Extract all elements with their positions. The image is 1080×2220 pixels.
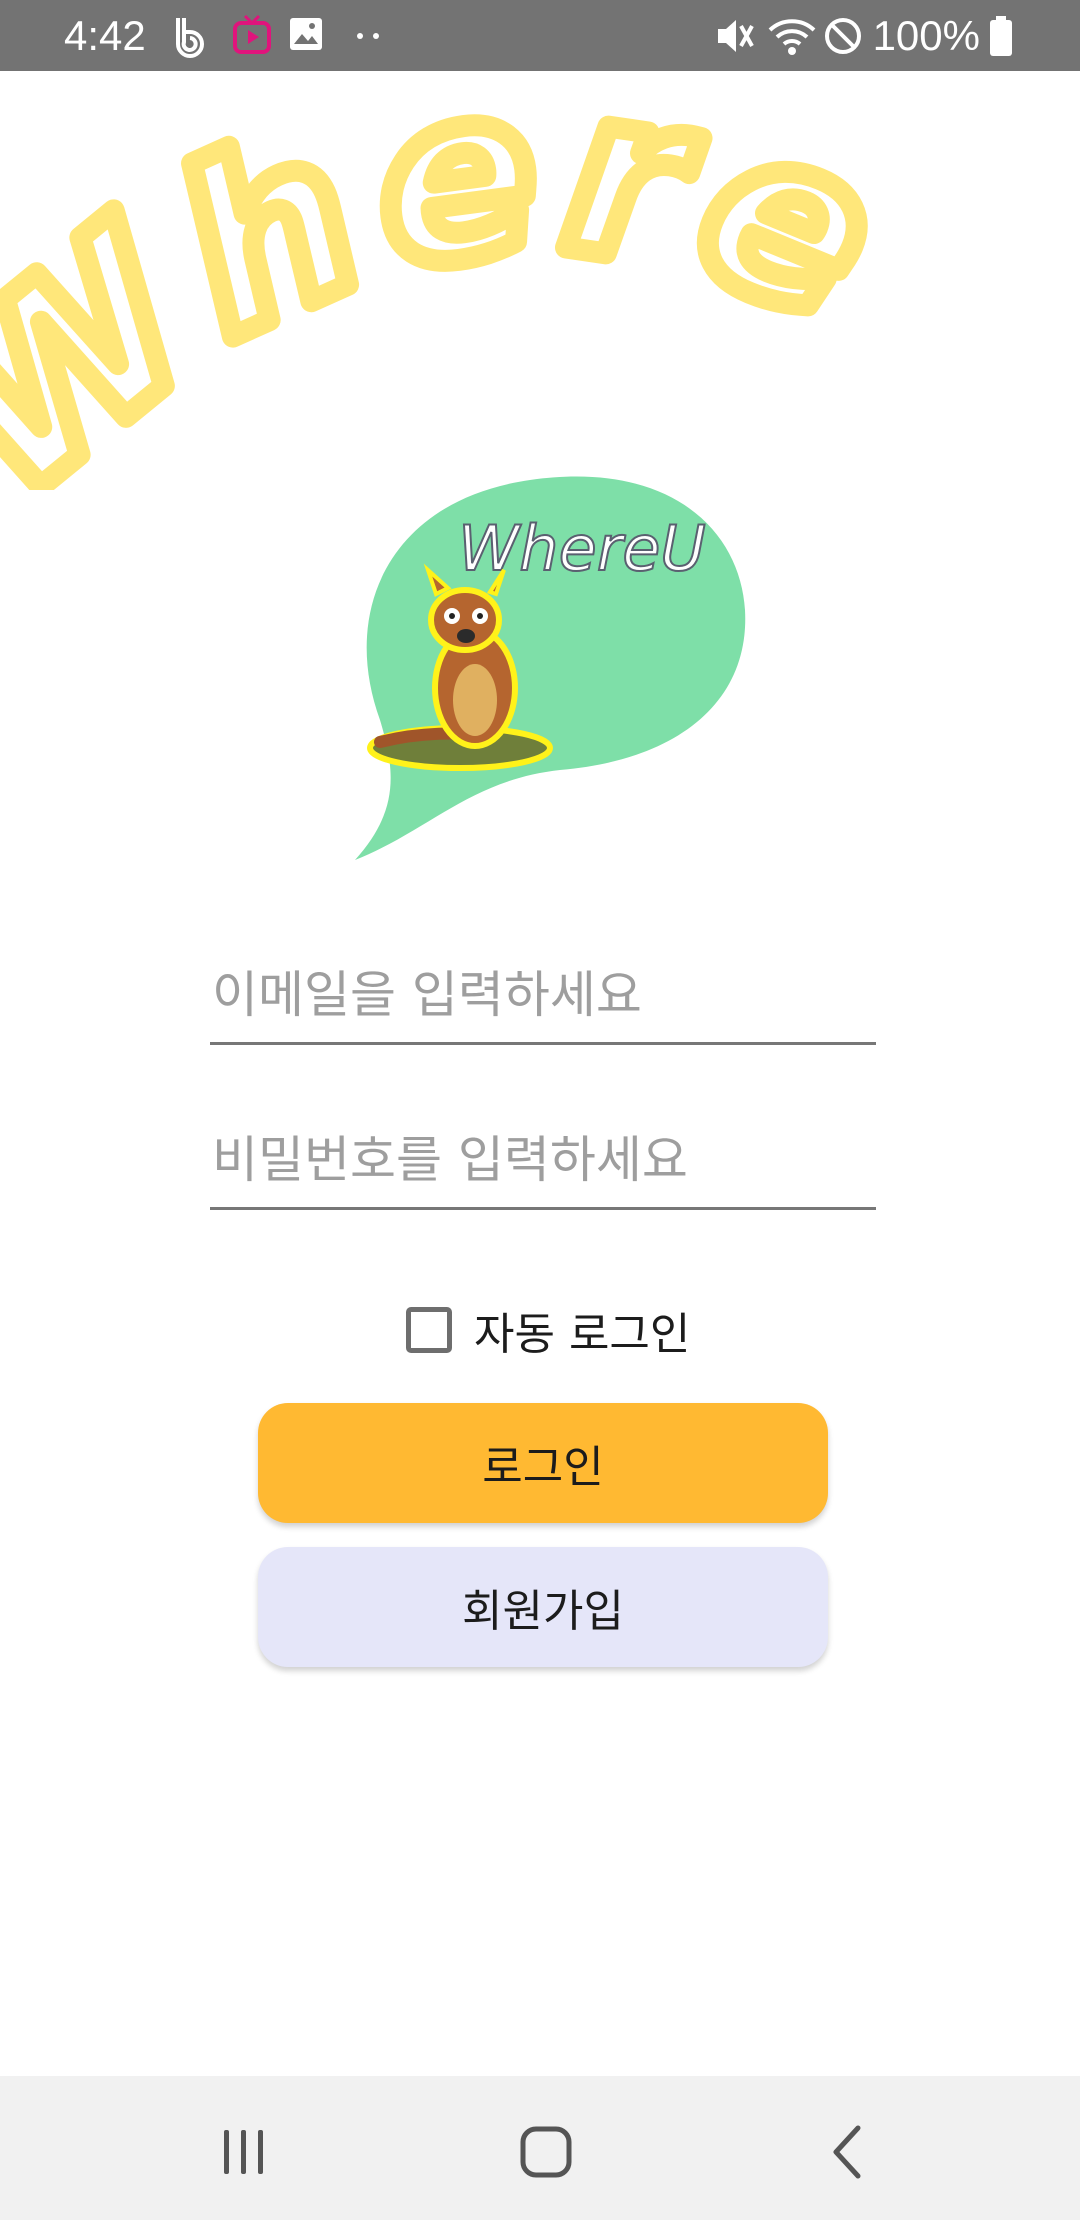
status-bar: 4:42 100% [0,0,1080,71]
battery-icon [990,16,1012,56]
checkbox-box[interactable] [406,1307,452,1353]
do-not-disturb-icon [825,18,861,54]
home-icon[interactable] [506,2112,586,2192]
wifi-icon [768,19,816,55]
b-app-icon [176,18,204,58]
email-field[interactable] [210,955,876,1045]
navigation-bar [0,2076,1080,2220]
tv-app-icon [233,14,271,54]
battery-percentage: 100% [872,12,980,59]
svg-text:Where U: Where U [0,110,1034,490]
more-dots-icon [357,33,379,39]
app-title: Where U [0,110,1034,490]
login-button[interactable]: 로그인 [258,1403,828,1523]
signup-button-label: 회원가입 [462,1586,624,1637]
gallery-icon [290,18,322,50]
signup-button[interactable]: 회원가입 [258,1547,828,1667]
auto-login-checkbox[interactable]: 자동 로그인 [406,1302,690,1360]
auto-login-label: 자동 로그인 [474,1309,691,1360]
login-button-label: 로그인 [482,1442,604,1493]
mute-icon [718,20,754,52]
app-logo: WhereU [355,476,746,860]
logo-text: WhereU [458,512,706,585]
back-icon[interactable] [808,2112,888,2192]
status-time: 4:42 [64,12,146,59]
password-field[interactable] [210,1120,876,1210]
recent-apps-icon[interactable] [204,2112,284,2192]
app-title-text: Where U [0,110,1031,490]
